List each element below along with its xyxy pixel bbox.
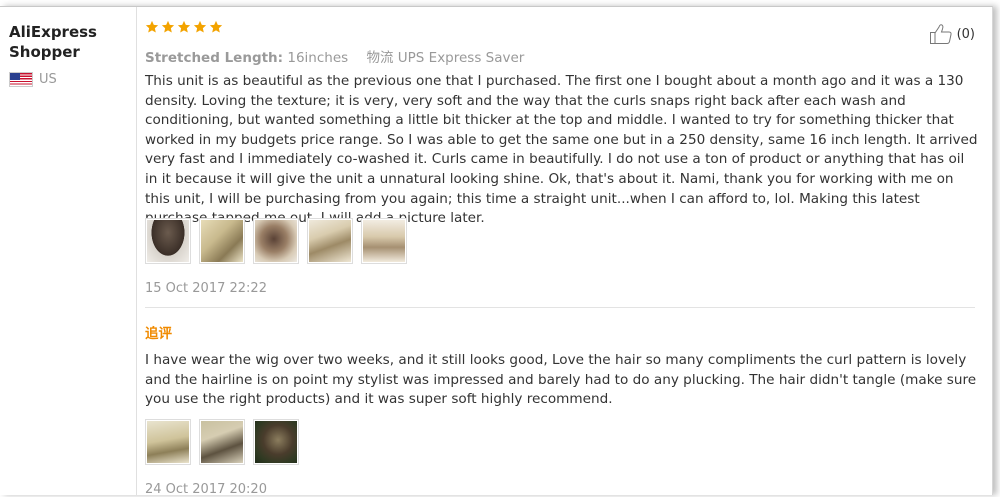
star-icon — [145, 20, 159, 33]
reviewer-info: AliExpress Shopper US — [9, 22, 119, 87]
order-attributes: Stretched Length: 16inches 物流 UPS Expres… — [145, 46, 524, 66]
additional-review-photos — [145, 419, 299, 465]
star-icon — [161, 20, 175, 33]
additional-review-label: 追评 — [145, 326, 172, 342]
reviewer-name: AliExpress Shopper — [9, 23, 97, 61]
review-photo-thumbnail[interactable] — [145, 419, 191, 465]
attribute-value: 16inches — [287, 50, 349, 66]
review-photo-thumbnail[interactable] — [361, 218, 407, 264]
review-card: AliExpress Shopper US Stretched Length: … — [0, 6, 993, 497]
review-date: 15 Oct 2017 22:22 — [145, 281, 267, 296]
review-photos — [145, 218, 407, 264]
us-flag-icon — [9, 72, 33, 87]
review-photo-thumbnail[interactable] — [199, 218, 245, 264]
review-photo-thumbnail[interactable] — [253, 218, 299, 264]
additional-review-text: I have wear the wig over two weeks, and … — [145, 352, 977, 408]
reviewer-country: US — [9, 72, 119, 87]
helpful-button[interactable]: (0) — [929, 23, 975, 45]
star-rating — [145, 20, 223, 34]
section-divider — [145, 307, 975, 308]
review-text: This unit is as beautiful as the previou… — [145, 73, 978, 227]
star-icon — [193, 20, 207, 33]
review-photo-thumbnail[interactable] — [253, 419, 299, 465]
country-code: US — [39, 72, 57, 87]
review-photo-thumbnail[interactable] — [145, 218, 191, 264]
attribute-label: Stretched Length: — [145, 50, 284, 66]
star-icon — [177, 20, 191, 33]
additional-review-date: 24 Oct 2017 20:20 — [145, 482, 267, 497]
column-divider — [136, 7, 137, 495]
star-icon — [209, 20, 223, 33]
shipping-method: 物流 UPS Express Saver — [366, 50, 525, 66]
helpful-count: (0) — [956, 26, 975, 42]
review-photo-thumbnail[interactable] — [307, 218, 353, 264]
thumbs-up-icon — [929, 24, 952, 44]
review-photo-thumbnail[interactable] — [199, 419, 245, 465]
